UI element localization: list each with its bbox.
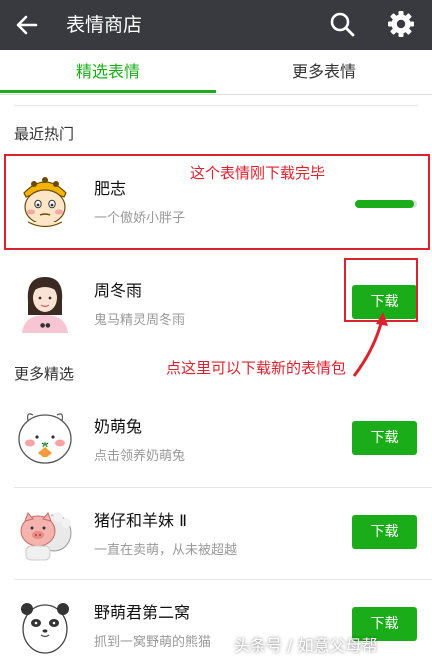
section-title-more: 更多精选 — [14, 365, 75, 383]
list-item[interactable]: 奶萌兔 点击领养奶萌兔 下载 — [0, 393, 432, 485]
section-title-recent: 最近热门 — [14, 125, 75, 143]
sticker-desc: 点击领养奶萌兔 — [94, 449, 186, 464]
sticker-thumbnail — [18, 413, 72, 464]
svg-text:●●: ●● — [40, 322, 50, 329]
sticker-name: 奶萌兔 — [94, 417, 143, 436]
sticker-name: 野萌君第二窝 — [94, 603, 191, 622]
annotation-arrow-icon — [352, 312, 388, 377]
sticker-thumbnail — [21, 603, 69, 654]
page-title: 表情商店 — [66, 14, 143, 36]
sticker-thumbnail — [20, 512, 72, 561]
top-bar: 表情商店 — [0, 0, 432, 50]
tab-bar: 精选表情 更多表情 — [0, 50, 432, 95]
sticker-name: 周冬雨 — [94, 281, 143, 300]
tab-more[interactable]: 更多表情 — [216, 50, 432, 95]
tab-featured[interactable]: 精选表情 — [0, 50, 216, 95]
sticker-desc: 一直在卖萌，从未被超越 — [94, 543, 238, 558]
sticker-desc: 鬼马精灵周冬雨 — [94, 313, 186, 328]
annotation-text: 这个表情刚下载完毕 — [190, 164, 326, 182]
gear-icon[interactable] — [386, 9, 416, 39]
divider — [14, 105, 418, 106]
annotation-text: 点这里可以下载新的表情包 — [166, 359, 347, 377]
sticker-name: 猪仔和羊妹 Ⅱ — [94, 511, 187, 530]
sticker-desc: 抓到一窝野萌的熊猫 — [94, 635, 212, 650]
back-arrow-icon[interactable] — [10, 8, 44, 42]
active-tab-indicator — [0, 90, 216, 93]
watermark: 头条号 / 如意父母帮 — [234, 636, 378, 655]
download-button[interactable]: 下载 — [352, 421, 417, 455]
search-icon[interactable] — [328, 10, 356, 38]
download-button[interactable]: 下载 — [352, 515, 417, 549]
list-item[interactable]: 猪仔和羊妹 Ⅱ 一直在卖萌，从未被超越 下载 — [0, 487, 432, 579]
sticker-thumbnail: ●● — [22, 277, 68, 333]
